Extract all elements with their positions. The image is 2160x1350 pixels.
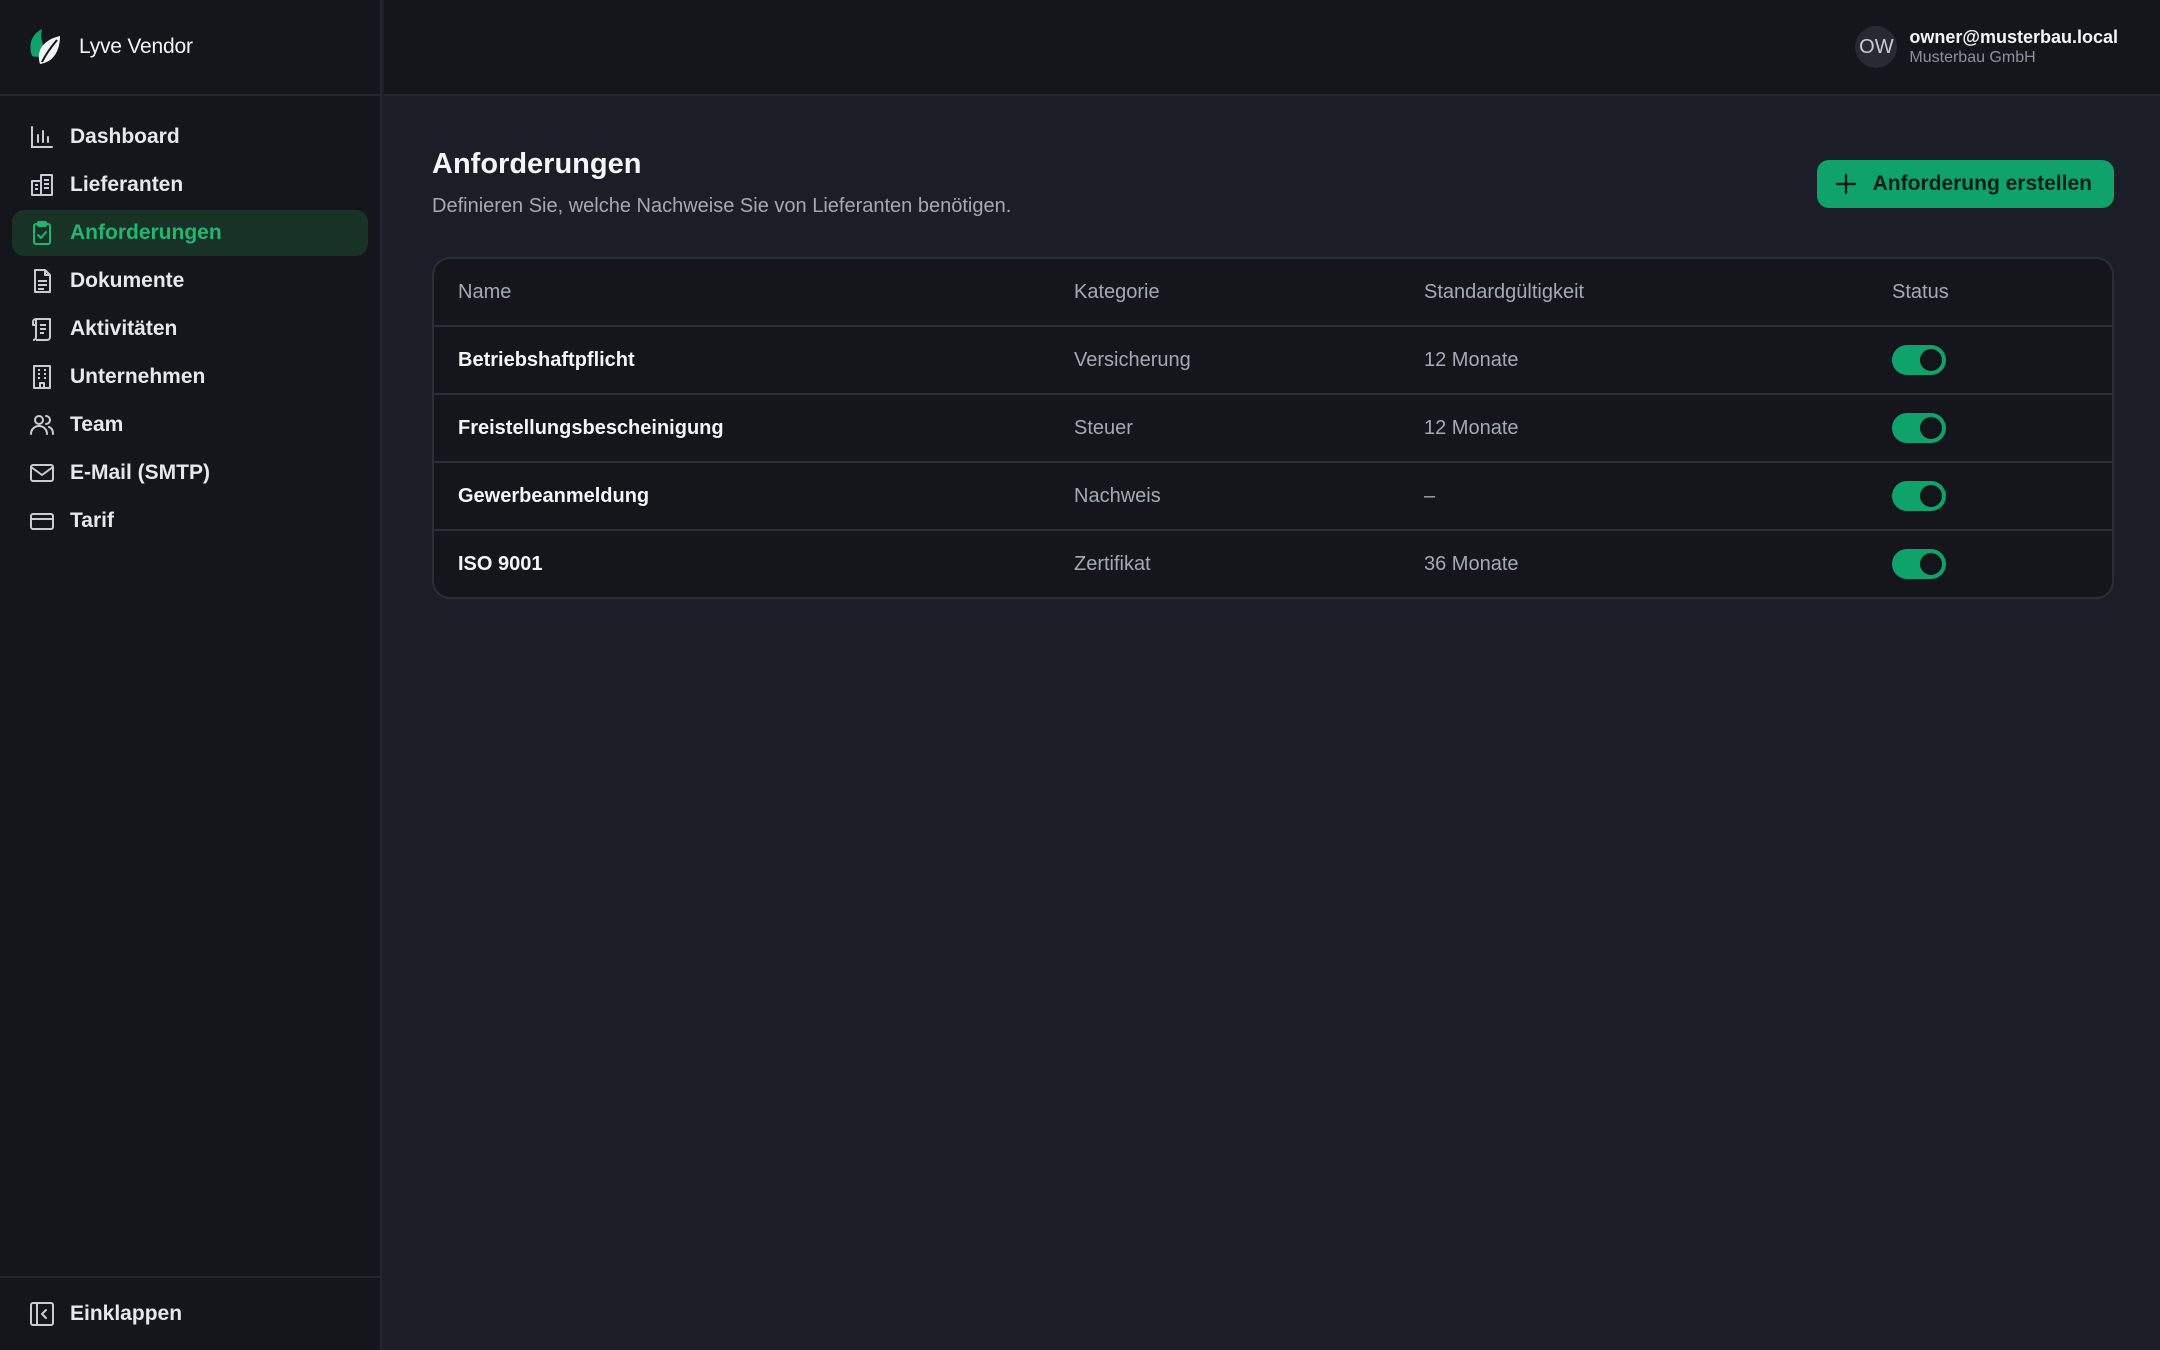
requirement-validity: – <box>1424 484 1436 507</box>
user-email: owner@musterbau.local <box>1909 27 2118 47</box>
requirement-category: Steuer <box>1074 416 1133 439</box>
toggle-knob <box>1920 485 1942 507</box>
column-header-name[interactable]: Name <box>434 281 1074 304</box>
sidebar: Lyve Vendor Dashboard Lieferanten Anford… <box>0 0 382 1350</box>
sidebar-item-email-smtp[interactable]: E-Mail (SMTP) <box>12 450 368 496</box>
requirement-category: Zertifikat <box>1074 552 1151 575</box>
table-header: Name Kategorie Standardgültigkeit Status <box>434 259 2112 325</box>
buildings-icon <box>28 171 56 199</box>
sidebar-item-label: Aktivitäten <box>70 317 178 340</box>
topbar: OW owner@musterbau.local Musterbau GmbH <box>384 0 2160 96</box>
document-icon <box>28 267 56 295</box>
sidebar-item-dokumente[interactable]: Dokumente <box>12 258 368 304</box>
bar-chart-icon <box>28 123 56 151</box>
sidebar-item-aktivitaeten[interactable]: Aktivitäten <box>12 306 368 352</box>
table-row[interactable]: Betriebshaftpflicht Versicherung 12 Mona… <box>434 325 2112 393</box>
requirement-validity: 12 Monate <box>1424 416 1519 439</box>
status-cell <box>1892 549 2112 579</box>
status-toggle[interactable] <box>1892 481 1946 511</box>
toggle-knob <box>1920 553 1942 575</box>
user-menu[interactable]: OW owner@musterbau.local Musterbau GmbH <box>1855 26 2118 68</box>
status-toggle[interactable] <box>1892 549 1946 579</box>
sidebar-item-label: Team <box>70 413 124 436</box>
leaf-logo-icon <box>30 29 60 64</box>
column-header-category[interactable]: Kategorie <box>1074 281 1424 304</box>
clipboard-check-icon <box>28 219 56 247</box>
sidebar-item-label: Anforderungen <box>70 221 222 244</box>
column-header-status[interactable]: Status <box>1892 281 2112 304</box>
sidebar-item-tarif[interactable]: Tarif <box>12 498 368 544</box>
avatar: OW <box>1855 26 1898 68</box>
toggle-knob <box>1920 417 1942 439</box>
main-content: Anforderungen Definieren Sie, welche Nac… <box>432 148 2114 599</box>
brand[interactable]: Lyve Vendor <box>0 0 380 96</box>
column-header-validity[interactable]: Standardgültigkeit <box>1424 281 1892 304</box>
collapse-icon <box>30 1302 54 1326</box>
collapse-sidebar-button[interactable]: Einklappen <box>0 1276 380 1350</box>
create-requirement-label: Anforderung erstellen <box>1872 172 2092 195</box>
create-requirement-button[interactable]: Anforderung erstellen <box>1816 160 2114 208</box>
mail-icon <box>28 459 56 487</box>
requirement-name: Freistellungsbescheinigung <box>458 416 724 439</box>
requirement-validity: 36 Monate <box>1424 552 1519 575</box>
toggle-knob <box>1920 349 1942 371</box>
status-cell <box>1892 413 2112 443</box>
requirement-category: Nachweis <box>1074 484 1161 507</box>
sidebar-item-lieferanten[interactable]: Lieferanten <box>12 162 368 208</box>
sidebar-item-label: Dokumente <box>70 269 185 292</box>
requirement-category: Versicherung <box>1074 348 1191 371</box>
table-row[interactable]: Gewerbeanmeldung Nachweis – <box>434 461 2112 529</box>
sidebar-item-unternehmen[interactable]: Unternehmen <box>12 354 368 400</box>
status-cell <box>1892 345 2112 375</box>
office-building-icon <box>28 363 56 391</box>
table-row[interactable]: ISO 9001 Zertifikat 36 Monate <box>434 529 2112 597</box>
requirement-validity: 12 Monate <box>1424 348 1519 371</box>
sidebar-item-label: E-Mail (SMTP) <box>70 461 210 484</box>
requirement-name: ISO 9001 <box>458 552 543 575</box>
sidebar-item-anforderungen[interactable]: Anforderungen <box>12 210 368 256</box>
brand-name: Lyve Vendor <box>79 35 193 58</box>
status-cell <box>1892 481 2112 511</box>
sidebar-item-label: Unternehmen <box>70 365 206 388</box>
sidebar-item-team[interactable]: Team <box>12 402 368 448</box>
sidebar-item-dashboard[interactable]: Dashboard <box>12 114 368 160</box>
sidebar-item-label: Lieferanten <box>70 173 184 196</box>
sidebar-item-label: Dashboard <box>70 125 180 148</box>
requirement-name: Betriebshaftpflicht <box>458 348 635 371</box>
status-toggle[interactable] <box>1892 413 1946 443</box>
user-organization: Musterbau GmbH <box>1909 49 2036 66</box>
requirements-table: Name Kategorie Standardgültigkeit Status… <box>432 257 2114 599</box>
status-toggle[interactable] <box>1892 345 1946 375</box>
requirement-name: Gewerbeanmeldung <box>458 484 650 507</box>
plus-icon <box>1835 173 1856 195</box>
sidebar-nav: Dashboard Lieferanten Anforderungen Doku… <box>0 96 380 544</box>
scroll-icon <box>28 315 56 343</box>
table-row[interactable]: Freistellungsbescheinigung Steuer 12 Mon… <box>434 393 2112 461</box>
credit-card-icon <box>28 507 56 535</box>
users-icon <box>28 411 56 439</box>
sidebar-item-label: Tarif <box>70 509 114 532</box>
collapse-label: Einklappen <box>70 1302 183 1325</box>
